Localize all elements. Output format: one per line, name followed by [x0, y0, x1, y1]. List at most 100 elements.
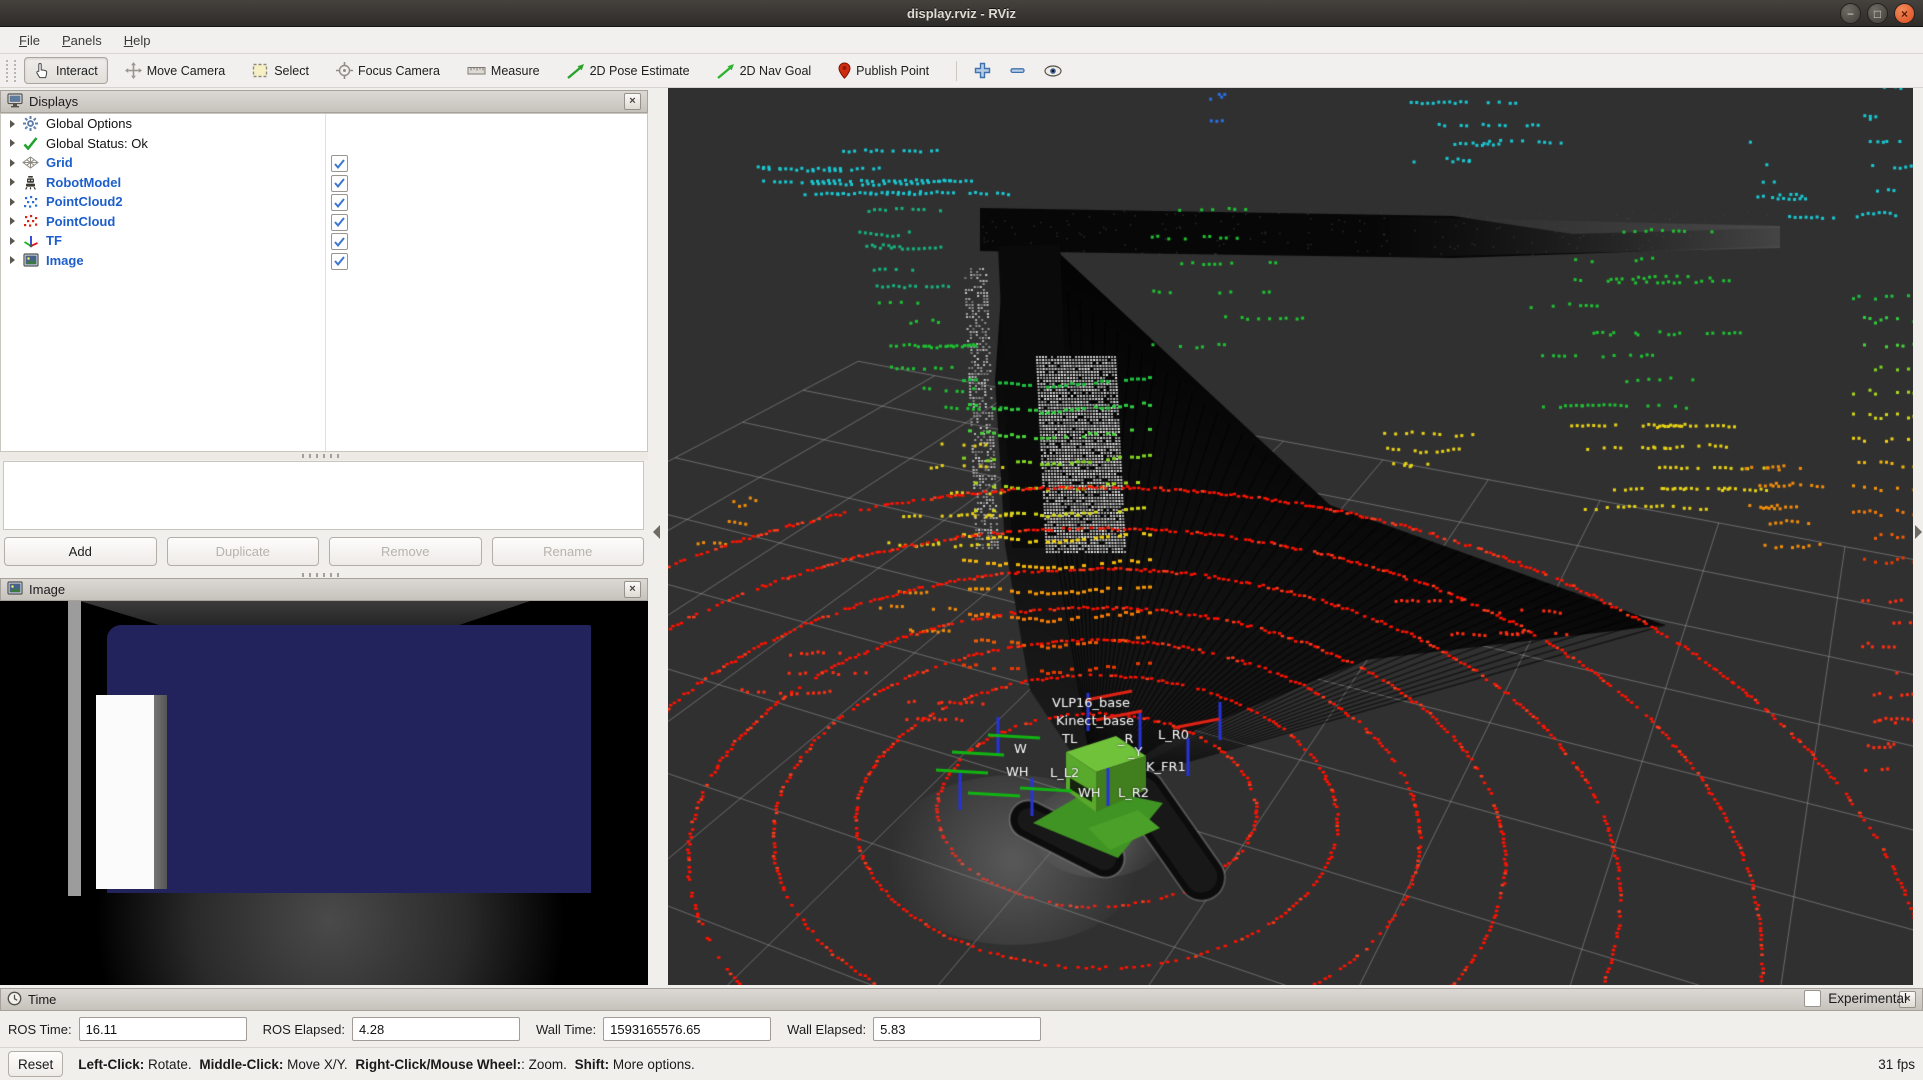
tool-2d-nav-goal[interactable]: 2D Nav Goal — [707, 58, 822, 84]
displays-buttons-row: AddDuplicateRemoveRename — [0, 537, 648, 571]
expander-arrow-icon[interactable] — [10, 178, 15, 186]
pose-estimate-arrow-icon — [567, 63, 585, 79]
image-panel: Image × — [0, 578, 648, 985]
expander-arrow-icon[interactable] — [10, 139, 15, 147]
time-panel-titlebar[interactable]: Time × — [0, 988, 1923, 1011]
display-row-image[interactable]: Image — [1, 251, 647, 271]
wall-elapsed-label: Wall Elapsed: — [787, 1022, 866, 1037]
pointcloud-icon — [22, 214, 39, 229]
tool-2d-pose-estimate[interactable]: 2D Pose Estimate — [557, 58, 700, 84]
tool-measure[interactable]: Measure — [457, 59, 550, 83]
display-row-pointcloud2[interactable]: PointCloud2 — [1, 192, 647, 212]
measure-icon — [467, 64, 486, 77]
menu-panels[interactable]: Panels — [51, 30, 113, 51]
expander-arrow-icon[interactable] — [10, 120, 15, 128]
display-description-box — [3, 461, 644, 530]
displays-tree[interactable]: Global OptionsGlobal Status: OkGridRobot… — [0, 113, 648, 452]
ros-time-input[interactable]: 16.11 — [79, 1017, 247, 1041]
tf-icon — [22, 233, 39, 248]
menu-file[interactable]: File — [8, 30, 51, 51]
enabled-checkbox[interactable] — [331, 155, 348, 172]
left-splitter-gutter[interactable] — [648, 88, 668, 985]
image-blue-wall — [107, 625, 591, 893]
experimental-option[interactable]: Experimental — [1804, 990, 1907, 1007]
displays-panel-titlebar[interactable]: Displays × — [0, 90, 648, 113]
display-row-tf[interactable]: TF — [1, 231, 647, 251]
minus-icon — [1009, 62, 1026, 79]
gear-icon — [22, 116, 39, 131]
eye-tool-button[interactable] — [1037, 60, 1069, 82]
publish-point-icon — [838, 62, 851, 79]
experimental-checkbox[interactable] — [1804, 990, 1821, 1007]
tool-select[interactable]: Select — [242, 57, 319, 84]
toolbar-drag-handle[interactable] — [6, 60, 16, 82]
displays-icon — [7, 93, 23, 111]
time-panel-title: Time — [28, 992, 56, 1007]
image-box-shadow-edge — [152, 695, 167, 889]
ros-elapsed-input[interactable]: 4.28 — [352, 1017, 520, 1041]
expander-arrow-icon[interactable] — [10, 159, 15, 167]
right-splitter-gutter[interactable] — [1913, 88, 1923, 985]
enabled-checkbox[interactable] — [331, 233, 348, 250]
minus-tool-button[interactable] — [1002, 57, 1033, 84]
plus-tool-button[interactable] — [967, 57, 998, 84]
displays-splitter[interactable] — [0, 452, 648, 460]
expander-arrow-icon[interactable] — [10, 217, 15, 225]
display-row-grid[interactable]: Grid — [1, 153, 647, 173]
3d-viewport[interactable] — [668, 88, 1913, 985]
window-controls: −□ × — [1840, 3, 1915, 24]
display-row-global-status-ok[interactable]: Global Status: Ok — [1, 134, 647, 154]
wall-time-input[interactable]: 1593165576.65 — [603, 1017, 771, 1041]
toolbar-separator — [956, 61, 957, 81]
ros-time-label: ROS Time: — [8, 1022, 72, 1037]
close-icon[interactable]: × — [624, 93, 641, 110]
image-panel-title: Image — [29, 582, 65, 597]
collapse-right-arrow-icon[interactable] — [1915, 525, 1922, 539]
wall-elapsed-input[interactable]: 5.83 — [873, 1017, 1041, 1041]
collapse-left-arrow-icon[interactable] — [653, 525, 660, 539]
enabled-checkbox[interactable] — [331, 214, 348, 231]
reset-button[interactable]: Reset — [8, 1051, 63, 1077]
window-title: display.rviz - RViz — [907, 6, 1016, 21]
fps-counter: 31 fps — [1878, 1057, 1915, 1072]
add-button[interactable]: Add — [4, 537, 157, 566]
interact-icon — [34, 62, 51, 79]
image-white-box — [96, 695, 154, 889]
expander-arrow-icon[interactable] — [10, 237, 15, 245]
titlebar[interactable]: display.rviz - RViz −□ × — [0, 0, 1923, 27]
maximize-button[interactable]: □ — [1867, 3, 1888, 24]
camera-image-view — [0, 601, 648, 985]
enabled-checkbox[interactable] — [331, 253, 348, 270]
image-display-icon — [22, 253, 39, 268]
enabled-checkbox[interactable] — [331, 175, 348, 192]
minimize-button[interactable]: − — [1840, 3, 1861, 24]
wall-time-label: Wall Time: — [536, 1022, 596, 1037]
clock-icon — [7, 991, 22, 1009]
enabled-checkbox[interactable] — [331, 194, 348, 211]
tool-interact[interactable]: Interact — [24, 57, 108, 84]
image-panel-icon — [7, 581, 23, 598]
displays-panel-title: Displays — [29, 94, 78, 109]
display-row-robotmodel[interactable]: RobotModel — [1, 173, 647, 193]
tool-move-camera[interactable]: Move Camera — [115, 57, 236, 84]
statusbar: Reset Left-Click: Rotate. Middle-Click: … — [0, 1047, 1923, 1080]
tool-focus-camera[interactable]: Focus Camera — [326, 57, 450, 84]
time-fields-row: ROS Time: 16.11 ROS Elapsed: 4.28 Wall Time:… — [0, 1011, 1923, 1047]
menu-help[interactable]: Help — [113, 30, 162, 51]
image-panel-titlebar[interactable]: Image × — [0, 578, 648, 601]
display-row-pointcloud[interactable]: PointCloud — [1, 212, 647, 232]
display-row-global-options[interactable]: Global Options — [1, 114, 647, 134]
eye-icon — [1044, 65, 1062, 77]
close-button[interactable]: × — [1894, 3, 1915, 24]
ros-elapsed-label: ROS Elapsed: — [263, 1022, 345, 1037]
grid-icon — [22, 155, 39, 170]
expander-arrow-icon[interactable] — [10, 198, 15, 206]
select-icon — [252, 62, 269, 79]
experimental-label: Experimental — [1828, 991, 1907, 1006]
expander-arrow-icon[interactable] — [10, 256, 15, 264]
tool-publish-point[interactable]: Publish Point — [828, 57, 939, 84]
focus-camera-icon — [336, 62, 353, 79]
duplicate-button: Duplicate — [167, 537, 320, 566]
close-icon[interactable]: × — [624, 581, 641, 598]
plus-icon — [974, 62, 991, 79]
